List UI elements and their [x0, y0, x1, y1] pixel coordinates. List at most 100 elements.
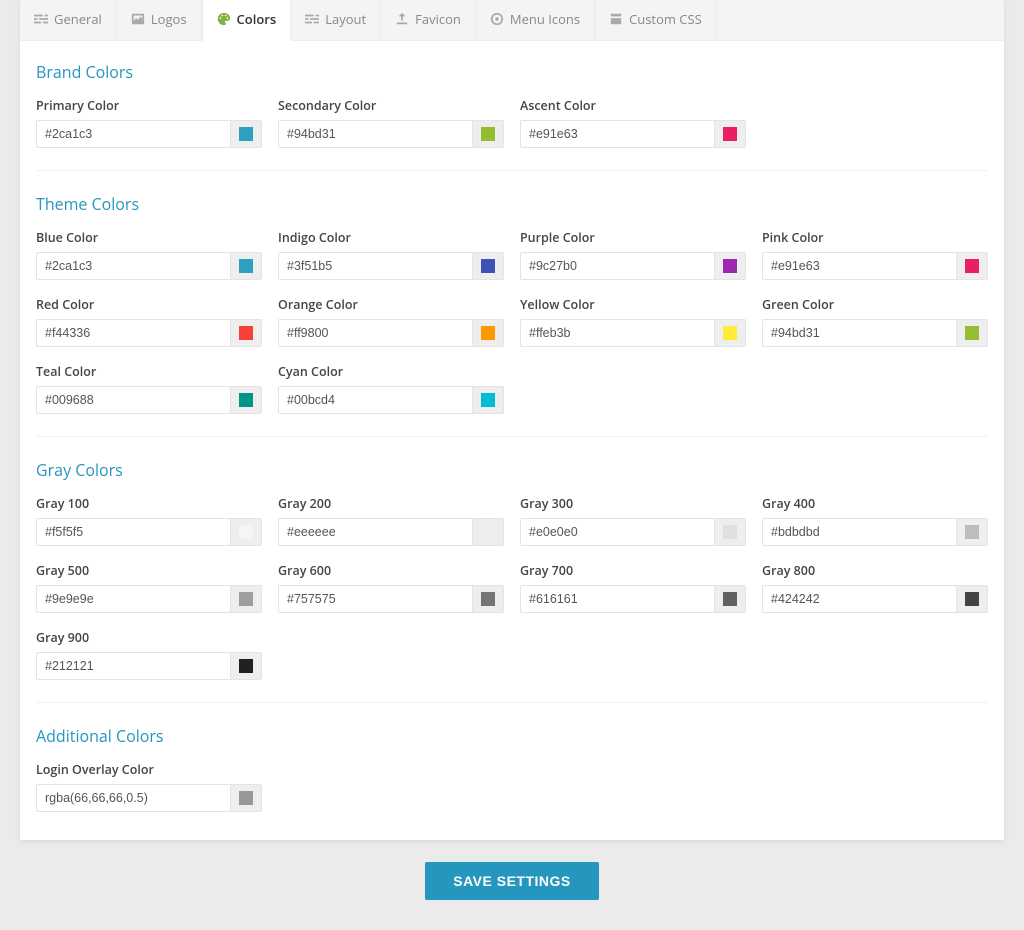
color-input[interactable] — [762, 518, 956, 546]
field-label: Cyan Color — [278, 363, 504, 380]
color-swatch[interactable] — [956, 252, 988, 280]
code-icon — [609, 12, 623, 26]
color-input[interactable] — [278, 386, 472, 414]
field-label: Gray 900 — [36, 629, 262, 646]
color-input[interactable] — [762, 585, 956, 613]
palette-icon — [217, 12, 231, 26]
color-swatch[interactable] — [472, 518, 504, 546]
color-swatch[interactable] — [230, 518, 262, 546]
field-label: Teal Color — [36, 363, 262, 380]
color-input[interactable] — [520, 518, 714, 546]
color-input[interactable] — [36, 784, 230, 812]
color-field-orange-color: Orange Color — [278, 296, 504, 347]
color-swatch[interactable] — [230, 784, 262, 812]
color-field-gray-600: Gray 600 — [278, 562, 504, 613]
tab-layout[interactable]: Layout — [291, 0, 381, 40]
color-swatch[interactable] — [956, 518, 988, 546]
record-icon — [490, 12, 504, 26]
color-input[interactable] — [762, 252, 956, 280]
field-label: Login Overlay Color — [36, 761, 262, 778]
color-swatch[interactable] — [230, 120, 262, 148]
color-field-gray-900: Gray 900 — [36, 629, 262, 680]
color-field-gray-500: Gray 500 — [36, 562, 262, 613]
color-field-red-color: Red Color — [36, 296, 262, 347]
color-input[interactable] — [520, 319, 714, 347]
tab-label: Menu Icons — [510, 10, 580, 28]
image-icon — [131, 12, 145, 26]
color-swatch[interactable] — [472, 319, 504, 347]
color-swatch[interactable] — [230, 652, 262, 680]
color-field-teal-color: Teal Color — [36, 363, 262, 414]
color-swatch[interactable] — [956, 319, 988, 347]
section-title: Theme Colors — [36, 193, 988, 215]
tab-label: Favicon — [415, 10, 461, 28]
color-field-secondary-color: Secondary Color — [278, 97, 504, 148]
color-input[interactable] — [36, 585, 230, 613]
field-label: Green Color — [762, 296, 988, 313]
color-swatch[interactable] — [230, 386, 262, 414]
field-label: Orange Color — [278, 296, 504, 313]
color-field-gray-300: Gray 300 — [520, 495, 746, 546]
color-swatch[interactable] — [714, 252, 746, 280]
field-label: Red Color — [36, 296, 262, 313]
field-label: Secondary Color — [278, 97, 504, 114]
tab-favicon[interactable]: Favicon — [381, 0, 476, 40]
color-swatch[interactable] — [956, 585, 988, 613]
color-input[interactable] — [520, 585, 714, 613]
color-swatch[interactable] — [472, 386, 504, 414]
color-swatch[interactable] — [714, 319, 746, 347]
field-label: Ascent Color — [520, 97, 746, 114]
tab-custom-css[interactable]: Custom CSS — [595, 0, 717, 40]
color-input[interactable] — [278, 585, 472, 613]
field-label: Blue Color — [36, 229, 262, 246]
field-label: Gray 800 — [762, 562, 988, 579]
color-input[interactable] — [278, 120, 472, 148]
color-swatch[interactable] — [230, 585, 262, 613]
settings-tabs: General Logos Colors Layout Favicon Menu… — [20, 0, 1004, 41]
field-label: Gray 100 — [36, 495, 262, 512]
color-input[interactable] — [278, 252, 472, 280]
tab-colors[interactable]: Colors — [202, 0, 292, 41]
color-input[interactable] — [36, 120, 230, 148]
color-field-gray-800: Gray 800 — [762, 562, 988, 613]
tab-label: Logos — [151, 10, 187, 28]
color-input[interactable] — [36, 652, 230, 680]
section-gray-colors: Gray Colors Gray 100Gray 200Gray 300Gray… — [36, 457, 988, 703]
color-input[interactable] — [36, 386, 230, 414]
color-input[interactable] — [36, 319, 230, 347]
field-label: Purple Color — [520, 229, 746, 246]
color-input[interactable] — [278, 319, 472, 347]
field-label: Gray 400 — [762, 495, 988, 512]
section-title: Brand Colors — [36, 61, 988, 83]
color-swatch[interactable] — [714, 585, 746, 613]
color-input[interactable] — [36, 252, 230, 280]
tab-general[interactable]: General — [20, 0, 117, 40]
upload-icon — [395, 12, 409, 26]
tab-label: Colors — [237, 10, 277, 28]
color-swatch[interactable] — [472, 252, 504, 280]
tab-menu-icons[interactable]: Menu Icons — [476, 0, 595, 40]
save-settings-button[interactable]: SAVE SETTINGS — [425, 862, 598, 900]
color-field-pink-color: Pink Color — [762, 229, 988, 280]
field-label: Yellow Color — [520, 296, 746, 313]
field-label: Indigo Color — [278, 229, 504, 246]
color-swatch[interactable] — [714, 518, 746, 546]
color-field-cyan-color: Cyan Color — [278, 363, 504, 414]
color-input[interactable] — [520, 252, 714, 280]
color-swatch[interactable] — [472, 585, 504, 613]
field-label: Primary Color — [36, 97, 262, 114]
color-input[interactable] — [520, 120, 714, 148]
color-swatch[interactable] — [230, 252, 262, 280]
sliders-icon — [34, 12, 48, 26]
color-input[interactable] — [278, 518, 472, 546]
tab-logos[interactable]: Logos — [117, 0, 202, 40]
color-field-ascent-color: Ascent Color — [520, 97, 746, 148]
color-input[interactable] — [36, 518, 230, 546]
color-field-gray-400: Gray 400 — [762, 495, 988, 546]
color-input[interactable] — [762, 319, 956, 347]
color-swatch[interactable] — [714, 120, 746, 148]
color-field-login-overlay-color: Login Overlay Color — [36, 761, 262, 812]
color-field-green-color: Green Color — [762, 296, 988, 347]
color-swatch[interactable] — [230, 319, 262, 347]
color-swatch[interactable] — [472, 120, 504, 148]
